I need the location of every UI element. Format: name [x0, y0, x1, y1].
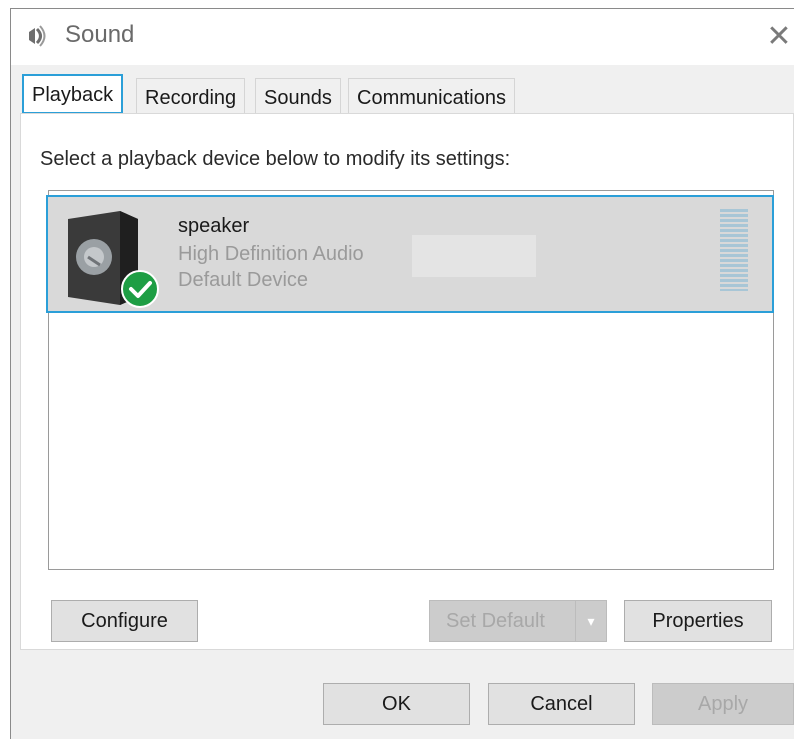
set-default-label: Set Default — [446, 610, 545, 632]
window-title: Sound — [65, 21, 135, 48]
tab-recording[interactable]: Recording — [136, 78, 246, 118]
device-item-speaker[interactable]: speaker High Definition Audio Default De… — [46, 195, 774, 313]
redacted-area — [412, 235, 536, 277]
volume-meter — [720, 209, 748, 291]
tab-communications[interactable]: Communications — [348, 78, 515, 118]
device-status: Default Device — [178, 269, 309, 291]
ok-button[interactable]: OK — [323, 683, 470, 725]
instruction-text: Select a playback device below to modify… — [40, 148, 511, 170]
set-default-button[interactable]: Set Default ▾ — [429, 600, 607, 642]
properties-button[interactable]: Properties — [624, 600, 772, 642]
configure-button[interactable]: Configure — [51, 600, 198, 642]
tab-sounds[interactable]: Sounds — [255, 78, 341, 118]
cancel-button[interactable]: Cancel — [488, 683, 635, 725]
sound-app-icon — [29, 25, 46, 47]
default-device-check-icon — [121, 270, 159, 308]
set-default-dropdown-arrow[interactable]: ▾ — [575, 601, 606, 641]
close-button[interactable]: ✕ — [763, 17, 794, 57]
apply-button[interactable]: Apply — [652, 683, 794, 725]
title-bar: Sound ✕ — [11, 9, 794, 65]
tab-playback[interactable]: Playback — [22, 74, 124, 114]
device-description: High Definition Audio — [178, 243, 364, 265]
device-name: speaker — [178, 215, 250, 237]
